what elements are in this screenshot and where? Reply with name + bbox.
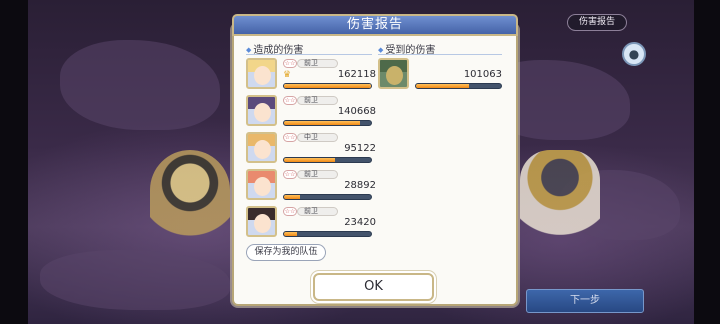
received-section-divider — [378, 54, 502, 55]
dealt-damage-row: ☆☆ 中卫 95122 — [246, 132, 376, 166]
position-badge: 前卫 — [297, 96, 338, 105]
damage-bar-fill — [284, 158, 336, 162]
damage-bar — [283, 83, 372, 89]
portrait-face — [254, 140, 271, 159]
ally-character-sprite — [150, 150, 230, 260]
star-rank-icon: ☆☆ — [283, 59, 297, 68]
ok-button[interactable]: OK — [313, 273, 434, 301]
left-letterbox — [0, 0, 28, 324]
save-as-team-button[interactable]: 保存为我的队伍 — [246, 244, 326, 261]
ally-portrait — [246, 206, 277, 237]
damage-value: 23420 — [344, 217, 376, 228]
ally-portrait — [246, 132, 277, 163]
ally-portrait — [246, 169, 277, 200]
damage-value: 140668 — [337, 106, 376, 117]
damage-bar — [415, 83, 502, 89]
crown-icon: ♛ — [283, 70, 292, 80]
dealt-section-divider — [246, 54, 372, 55]
star-rank-icon: ☆☆ — [283, 207, 297, 216]
position-badge: 中卫 — [297, 133, 338, 142]
background-rock — [60, 40, 220, 130]
enemy-character-sprite — [520, 150, 600, 260]
ally-portrait — [246, 58, 277, 89]
portrait-face — [254, 214, 271, 233]
right-letterbox — [694, 0, 720, 324]
portrait-face — [254, 177, 271, 196]
ally-portrait — [246, 95, 277, 126]
damage-value: 28892 — [344, 180, 376, 191]
received-damage-row: 101063 — [378, 58, 502, 92]
dealt-damage-row: ☆☆ 前卫 28892 — [246, 169, 376, 203]
damage-bar — [283, 120, 372, 126]
damage-bar-fill — [284, 121, 360, 125]
damage-bar — [283, 157, 372, 163]
portrait-face — [386, 66, 403, 85]
dealt-damage-row: ☆☆ 前卫 140668 — [246, 95, 376, 129]
damage-value: 95122 — [344, 143, 376, 154]
damage-value: 101063 — [463, 69, 502, 80]
damage-value: 162118 — [337, 69, 376, 80]
star-rank-icon: ☆☆ — [283, 96, 297, 105]
damage-report-button[interactable]: 伤害报告 — [567, 14, 627, 31]
position-badge: 前卫 — [297, 207, 338, 216]
position-badge: 前卫 — [297, 170, 338, 179]
dealt-damage-row: ☆☆ 前卫 23420 — [246, 206, 376, 240]
position-badge: 前卫 — [297, 59, 338, 68]
next-step-button[interactable]: 下一步 — [526, 289, 644, 313]
damage-bar — [283, 231, 372, 237]
damage-bar — [283, 194, 372, 200]
damage-bar-fill — [284, 84, 371, 88]
star-rank-icon: ☆☆ — [283, 133, 297, 142]
damage-bar-fill — [284, 232, 298, 236]
damage-bar-fill — [284, 195, 300, 199]
star-rank-icon: ☆☆ — [283, 170, 297, 179]
portrait-face — [254, 103, 271, 122]
portrait-face — [254, 66, 271, 85]
dealt-damage-row: ☆☆ 前卫 ♛ 162118 — [246, 58, 376, 92]
speed-icon[interactable]: ● — [622, 42, 646, 66]
damage-bar-fill — [416, 84, 469, 88]
enemy-portrait — [378, 58, 409, 89]
dialog-title: 伤害报告 — [232, 14, 518, 36]
